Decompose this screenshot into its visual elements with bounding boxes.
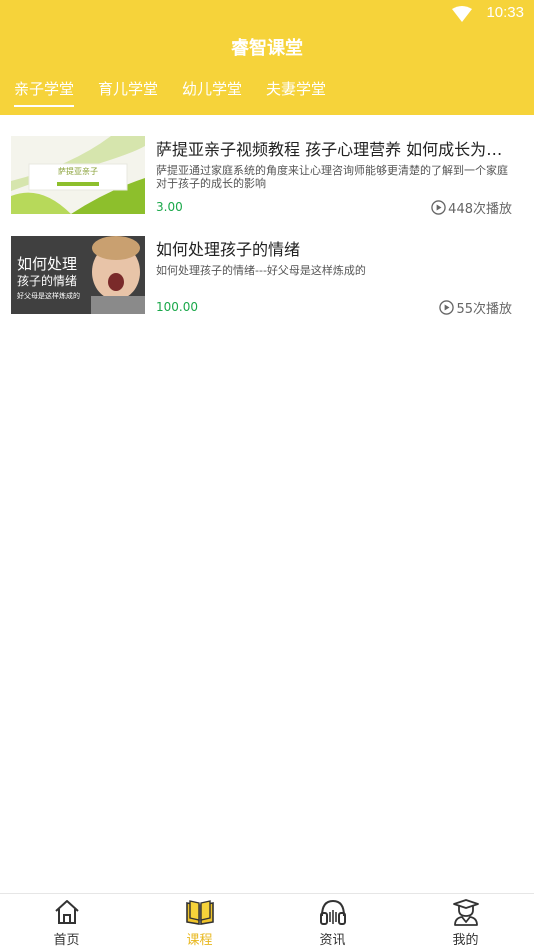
tab-label: 幼儿学堂 bbox=[182, 80, 243, 98]
nav-label: 首页 bbox=[53, 933, 80, 948]
status-time: 10:33 bbox=[486, 4, 524, 21]
nav-label: 资讯 bbox=[319, 933, 346, 948]
nav-news[interactable]: 资讯 bbox=[266, 894, 399, 949]
nav-label: 我的 bbox=[452, 933, 479, 948]
list-item[interactable]: 萨提亚亲子 萨提亚亲子视频教程 孩子心理营养 如何成长为一... 萨提亚通过家庭… bbox=[0, 125, 534, 225]
bottom-navigation: 首页 课程 资讯 我的 bbox=[0, 893, 534, 949]
thumbnail-text: 孩子的情绪 bbox=[17, 274, 78, 288]
tab-parenting[interactable]: 育儿学堂 bbox=[98, 78, 158, 115]
nav-label: 课程 bbox=[186, 933, 213, 948]
app-header: 10:33 睿智课堂 亲子学堂 育儿学堂 幼儿学堂 夫妻学堂 bbox=[0, 0, 534, 115]
nav-profile[interactable]: 我的 bbox=[399, 894, 532, 949]
tab-label: 夫妻学堂 bbox=[266, 80, 327, 98]
graduate-icon bbox=[452, 899, 479, 926]
tab-toddler[interactable]: 幼儿学堂 bbox=[182, 78, 242, 115]
play-circle-icon bbox=[439, 300, 455, 315]
status-bar: 10:33 bbox=[0, 0, 534, 28]
play-count-text: 55次播放 bbox=[456, 302, 512, 317]
course-thumbnail: 如何处理 孩子的情绪 好父母是这样炼成的 bbox=[11, 236, 145, 314]
tab-parent-child[interactable]: 亲子学堂 bbox=[14, 78, 75, 115]
tab-label: 亲子学堂 bbox=[14, 80, 75, 98]
thumbnail-text: 好父母是这样炼成的 bbox=[17, 292, 80, 300]
list-item[interactable]: 如何处理 孩子的情绪 好父母是这样炼成的 如何处理孩子的情绪 如何处理孩子的情绪… bbox=[0, 225, 534, 325]
play-count: 55次播放 bbox=[439, 298, 512, 317]
play-circle-icon bbox=[431, 200, 446, 215]
course-description: 萨提亚通过家庭系统的角度来让心理咨询师能够更清楚的了解到一个家庭对于孩子的成长的… bbox=[156, 164, 508, 190]
wifi-icon bbox=[452, 6, 472, 22]
course-price: 3.00 bbox=[156, 200, 183, 214]
course-thumbnail: 萨提亚亲子 bbox=[11, 136, 145, 214]
play-count: 448次播放 bbox=[431, 198, 512, 217]
headphones-icon bbox=[319, 899, 346, 925]
page-title: 睿智课堂 bbox=[231, 38, 303, 59]
tab-label: 育儿学堂 bbox=[98, 80, 159, 98]
course-list: 萨提亚亲子 萨提亚亲子视频教程 孩子心理营养 如何成长为一... 萨提亚通过家庭… bbox=[0, 125, 534, 325]
course-price: 100.00 bbox=[156, 300, 198, 314]
thumbnail-text: 如何处理 bbox=[17, 255, 78, 273]
book-icon bbox=[185, 900, 214, 925]
nav-home[interactable]: 首页 bbox=[0, 894, 133, 949]
course-title: 萨提亚亲子视频教程 孩子心理营养 如何成长为一... bbox=[156, 140, 516, 159]
home-icon bbox=[54, 900, 79, 924]
category-tabs: 亲子学堂 育儿学堂 幼儿学堂 夫妻学堂 bbox=[0, 78, 534, 115]
tab-couple[interactable]: 夫妻学堂 bbox=[266, 78, 326, 115]
nav-courses[interactable]: 课程 bbox=[133, 894, 266, 949]
thumbnail-text: 萨提亚亲子 bbox=[58, 167, 98, 176]
course-description: 如何处理孩子的情绪---好父母是这样炼成的 bbox=[156, 264, 366, 277]
play-count-text: 448次播放 bbox=[448, 202, 512, 217]
course-title: 如何处理孩子的情绪 bbox=[156, 240, 301, 259]
